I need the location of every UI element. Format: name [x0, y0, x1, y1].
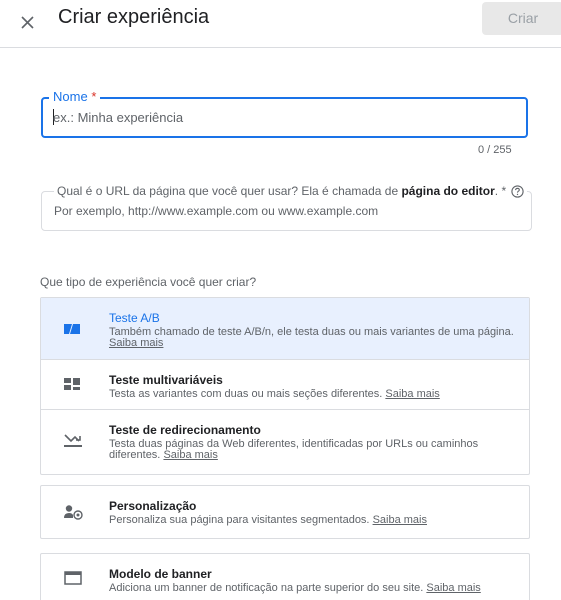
experience-option-description: Testa as variantes com duas ou mais seçõ… [109, 388, 440, 400]
learn-more-link[interactable]: Saiba mais [426, 582, 480, 594]
experience-option-description: Personaliza sua página para visitantes s… [109, 514, 427, 526]
editor-url-input[interactable]: Por exemplo, http://www.example.com ou w… [54, 204, 378, 218]
experience-type-question: Que tipo de experiência você quer criar? [40, 275, 257, 289]
ab-test-icon [64, 324, 80, 334]
name-field[interactable]: Nome * ex.: Minha experiência [41, 89, 528, 138]
experience-option-description: Adiciona um banner de notificação na par… [109, 582, 481, 594]
close-button[interactable] [14, 8, 42, 36]
experience-option-personalization[interactable]: Personalização Personaliza sua página pa… [41, 486, 529, 538]
banner-option-group: Modelo de banner Adiciona um banner de n… [40, 553, 530, 600]
learn-more-link[interactable]: Saiba mais [109, 337, 163, 349]
experience-type-list: Teste A/B Também chamado de teste A/B/n,… [40, 297, 530, 475]
personalization-icon [64, 505, 83, 520]
learn-more-link[interactable]: Saiba mais [385, 388, 439, 400]
help-icon[interactable] [511, 185, 525, 198]
name-input[interactable]: ex.: Minha experiência [53, 110, 183, 125]
experience-option-ab-test[interactable]: Teste A/B Também chamado de teste A/B/n,… [41, 298, 529, 360]
experience-option-banner[interactable]: Modelo de banner Adiciona um banner de n… [41, 554, 529, 600]
banner-icon [64, 571, 82, 585]
multivariate-icon [64, 378, 80, 390]
close-icon [21, 16, 34, 29]
character-counter: 0 / 255 [478, 144, 512, 156]
experience-option-title: Teste A/B [109, 311, 160, 325]
experience-option-title: Personalização [109, 499, 197, 513]
editor-url-field[interactable]: Qual é o URL da página que você quer usa… [41, 183, 532, 231]
editor-url-label: Qual é o URL da página que você quer usa… [54, 183, 528, 199]
redirect-icon [64, 434, 82, 447]
experience-option-title: Teste de redirecionamento [109, 423, 261, 437]
experience-option-redirect[interactable]: Teste de redirecionamento Testa duas pág… [41, 410, 529, 474]
experience-option-title: Modelo de banner [109, 567, 212, 581]
name-label: Nome * [49, 89, 101, 105]
experience-option-multivariate[interactable]: Teste multivariáveis Testa as variantes … [41, 360, 529, 410]
experience-option-title: Teste multivariáveis [109, 373, 223, 387]
create-button[interactable]: Criar [482, 2, 561, 35]
learn-more-link[interactable]: Saiba mais [373, 514, 427, 526]
learn-more-link[interactable]: Saiba mais [163, 449, 217, 461]
required-mark: * [91, 89, 97, 104]
experience-option-description: Também chamado de teste A/B/n, ele testa… [109, 326, 514, 349]
dialog-header: Criar experiência Criar [0, 0, 561, 48]
personalization-option-group: Personalização Personaliza sua página pa… [40, 485, 530, 539]
experience-option-description: Testa duas páginas da Web diferentes, id… [109, 438, 479, 461]
page-title: Criar experiência [58, 6, 210, 28]
